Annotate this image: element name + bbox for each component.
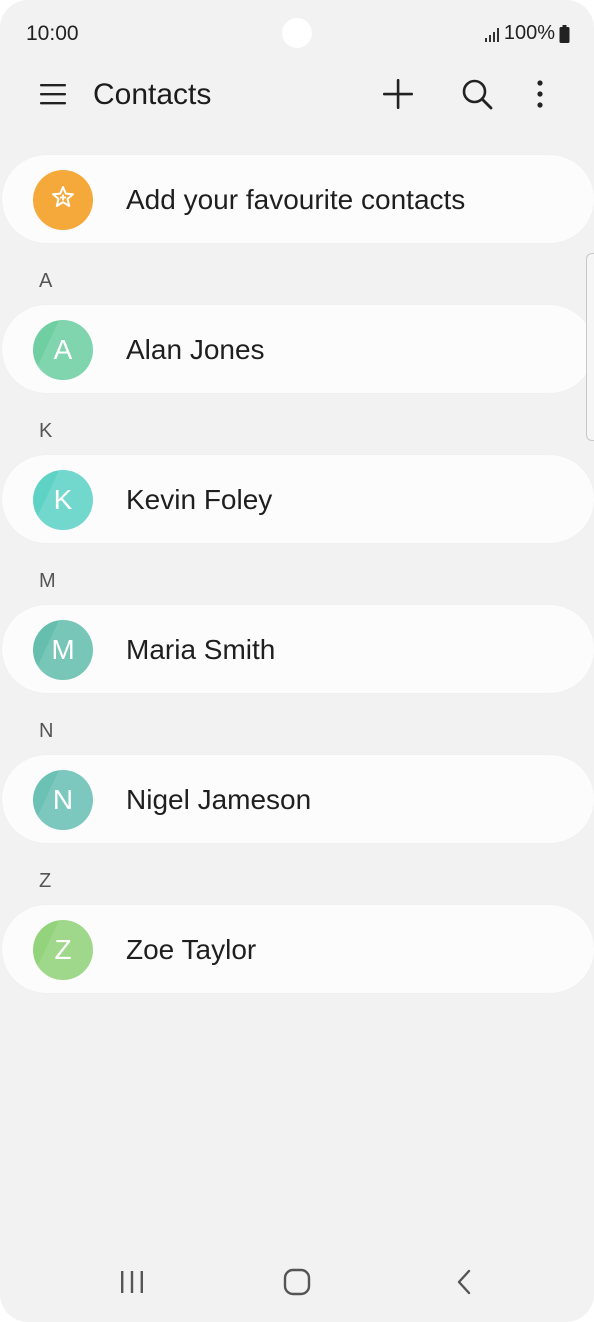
back-icon (454, 1268, 474, 1301)
avatar: A (33, 320, 93, 380)
status-indicators: 100% (484, 22, 570, 45)
favourites-label: Add your favourite contacts (126, 184, 466, 215)
app-bar: Contacts (0, 60, 594, 132)
recents-icon (118, 1269, 146, 1300)
more-options-button[interactable] (516, 72, 564, 120)
add-favourites-card[interactable]: Add your favourite contacts (2, 155, 594, 243)
section-header-a: A (39, 270, 53, 292)
battery-icon (559, 24, 570, 43)
avatar: N (33, 770, 93, 830)
avatar: Z (33, 920, 93, 980)
avatar-initial: N (52, 784, 74, 815)
more-options-icon (536, 79, 544, 113)
menu-button[interactable] (29, 72, 77, 120)
contact-name: Maria Smith (126, 634, 276, 665)
battery-percent: 100% (503, 22, 555, 44)
home-button[interactable] (275, 1264, 319, 1304)
contact-name: Zoe Taylor (126, 934, 257, 965)
fast-scroll-handle[interactable] (586, 253, 594, 441)
avatar: K (33, 470, 93, 530)
avatar-initial: Z (54, 934, 72, 965)
avatar: M (33, 620, 93, 680)
section-header-z: Z (39, 870, 52, 892)
add-contact-button[interactable] (374, 72, 422, 120)
contact-item-zoe-taylor[interactable]: Z Zoe Taylor (2, 905, 594, 993)
avatar-initial: M (51, 634, 75, 665)
recents-button[interactable] (110, 1264, 154, 1304)
star-icon (51, 184, 75, 216)
contact-item-alan-jones[interactable]: A Alan Jones (2, 305, 594, 393)
menu-icon (39, 82, 67, 111)
avatar-initial: A (53, 334, 73, 365)
contact-item-maria-smith[interactable]: M Maria Smith (2, 605, 594, 693)
section-header-m: M (39, 570, 56, 592)
signal-icon (484, 26, 500, 42)
contact-name: Kevin Foley (126, 484, 273, 515)
favourites-avatar (33, 170, 93, 230)
contact-item-nigel-jameson[interactable]: N Nigel Jameson (2, 755, 594, 843)
avatar-initial: K (53, 484, 73, 515)
contact-name: Nigel Jameson (126, 784, 312, 815)
section-header-k: K (39, 420, 53, 442)
add-icon (382, 78, 414, 115)
search-button[interactable] (453, 72, 501, 120)
navigation-bar (0, 1250, 594, 1316)
phone-screen: 10:00 100% Contacts Add your favourite c… (0, 0, 594, 1322)
back-button[interactable] (442, 1264, 486, 1304)
home-icon (282, 1267, 312, 1302)
status-time: 10:00 (26, 22, 79, 45)
contact-item-kevin-foley[interactable]: K Kevin Foley (2, 455, 594, 543)
page-title: Contacts (93, 78, 212, 111)
search-icon (461, 78, 493, 115)
front-camera (282, 18, 312, 48)
section-header-n: N (39, 720, 54, 742)
contact-name: Alan Jones (126, 334, 265, 365)
